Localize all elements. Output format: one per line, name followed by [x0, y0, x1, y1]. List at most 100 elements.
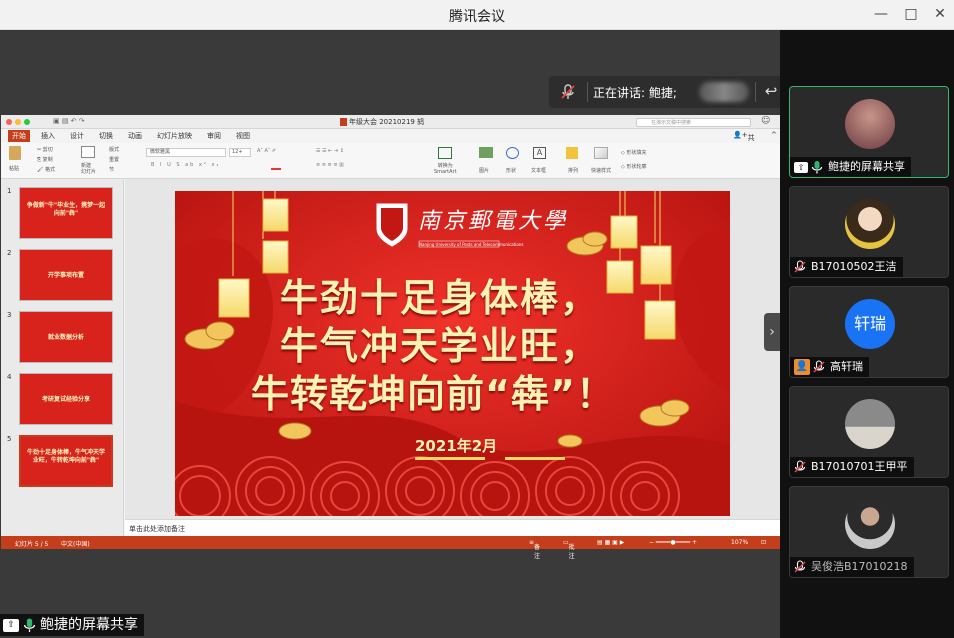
minimize-icon[interactable]: — — [870, 4, 892, 24]
smiley-icon[interactable]: ☺ — [761, 116, 770, 126]
paste-icon[interactable] — [9, 146, 21, 160]
quick-styles-button[interactable]: 快速样式 — [591, 167, 611, 174]
section-button[interactable]: 节 — [109, 166, 114, 173]
thumbnail-number: 1 — [7, 187, 12, 195]
tab-view[interactable]: 视图 — [236, 131, 250, 141]
participant-tile[interactable]: 轩瑞 👤 高轩瑞 — [789, 286, 949, 378]
comments-toggle-label: 批注 — [568, 544, 575, 560]
tab-slideshow[interactable]: 幻灯片放映 — [157, 131, 192, 141]
reset-button[interactable]: 重置 — [109, 156, 119, 163]
notes-toggle[interactable]: ≡ 备注 — [529, 539, 540, 560]
collapse-ribbon-icon[interactable]: ^ — [771, 131, 777, 139]
current-slide[interactable]: 南京郵電大學 Nanjing University of Posts and T… — [175, 191, 730, 516]
participant-tile[interactable]: 吴俊浩B17010218 — [789, 486, 949, 578]
avatar — [845, 99, 895, 149]
picture-icon[interactable] — [479, 147, 493, 158]
picture-button[interactable]: 图片 — [479, 167, 489, 174]
font-color-icon[interactable] — [271, 162, 281, 170]
zoom-slider[interactable]: − ━━━━●━━━━ + — [649, 539, 697, 546]
close-icon[interactable]: ✕ — [929, 4, 951, 24]
list-buttons[interactable]: ☰ ☰ ⇤ ⇥ ↕ — [316, 148, 344, 154]
blurred-speaker-name — [699, 82, 749, 102]
new-slide-button[interactable]: 新建 幻灯片 — [81, 163, 96, 175]
return-arrow-icon[interactable]: ↩ — [761, 82, 781, 102]
divider — [755, 82, 756, 102]
share-button[interactable]: 👤+ 共享 — [733, 131, 755, 152]
comments-toggle[interactable]: ▭ 批注 — [563, 539, 575, 560]
search-input[interactable]: 在演示文稿中搜索 — [636, 118, 751, 127]
mac-zoom-icon[interactable] — [24, 119, 30, 125]
font-style-buttons[interactable]: B I U S ab x² x₂ — [151, 162, 220, 168]
smartart-icon[interactable] — [438, 147, 452, 159]
avatar — [845, 499, 895, 549]
expand-sidebar-chevron-icon[interactable]: › — [764, 313, 780, 351]
language-indicator[interactable]: 中文(中国) — [61, 539, 90, 548]
format-label: 格式 — [44, 167, 55, 173]
font-grow-shrink-icons[interactable]: A˄ A˅ ✐ — [257, 148, 276, 154]
participant-tile[interactable]: B17010701王甲平 — [789, 386, 949, 478]
participant-name: B17010701王甲平 — [811, 460, 908, 473]
view-mode-buttons[interactable]: ▤ ▦ ▣ ▶ — [597, 539, 624, 546]
slide-thumbnail-1[interactable]: 争做新"牛"毕业生，携梦一起向前"犇" — [19, 187, 113, 239]
slide-thumbnail-5[interactable]: 牛劲十足身体棒，牛气冲天学业旺，牛转乾坤向前"犇" — [19, 435, 113, 487]
maximize-icon[interactable]: □ — [900, 4, 922, 24]
tab-transitions[interactable]: 切换 — [99, 131, 113, 141]
ribbon-tabs: 开始 插入 设计 切换 动画 幻灯片放映 审阅 视图 👤+ 共享 ^ — [1, 129, 780, 152]
thumbnail-text: 就业数据分析 — [47, 334, 84, 341]
speaking-indicator: 正在讲话: 鲍捷; ↩ — [549, 76, 785, 108]
textbox-icon[interactable]: A — [533, 147, 546, 159]
screen-share-icon: ⇧ — [794, 161, 808, 173]
textbox-button[interactable]: 文本框 — [531, 167, 546, 174]
cut-button[interactable]: ✂ 剪切 — [37, 146, 53, 153]
quick-access-icons[interactable]: ▣ ▤ ↶ ↷ — [53, 117, 85, 125]
shape-button[interactable]: 形状 — [506, 167, 516, 174]
tab-review[interactable]: 审阅 — [207, 131, 221, 141]
tab-design[interactable]: 设计 — [70, 131, 84, 141]
pptx-file-icon — [340, 118, 347, 126]
convert-smartart-button[interactable]: 转换为 SmartArt — [434, 163, 457, 175]
mac-close-icon[interactable] — [6, 119, 12, 125]
slide-line-3: 牛转乾坤向前“犇”！ — [251, 372, 615, 416]
layout-button[interactable]: 版式 — [109, 146, 119, 153]
slide-thumbnail-3[interactable]: 就业数据分析 — [19, 311, 113, 363]
paste-button[interactable]: 粘贴 — [9, 165, 19, 172]
shape-icon[interactable] — [506, 147, 519, 159]
screen-share-icon: ⇧ — [3, 618, 19, 632]
slide-thumbnail-4[interactable]: 考研复试经验分享 — [19, 373, 113, 425]
shape-outline-button[interactable]: ◇ 形状轮廓 — [621, 163, 646, 170]
font-name-select[interactable]: 微软雅黑 — [146, 148, 226, 157]
tab-home[interactable]: 开始 — [8, 130, 30, 142]
copy-button[interactable]: ⎘ 复制 — [37, 156, 53, 163]
participant-label: 吴俊浩B17010218 — [790, 557, 914, 577]
participant-label: ⇧ 鲍捷的屏幕共享 — [790, 157, 911, 177]
participant-label: B17010701王甲平 — [790, 457, 914, 477]
tab-insert[interactable]: 插入 — [41, 131, 55, 141]
participant-tile[interactable]: B17010502王洁 — [789, 186, 949, 278]
align-buttons[interactable]: ≡ ≡ ≡ ≡ ▥ — [316, 162, 344, 168]
speaking-label: 正在讲话: 鲍捷; — [593, 86, 677, 100]
title-bar: 腾讯会议 — □ ✕ — [0, 0, 954, 30]
format-painter-button[interactable]: 🖌 格式 — [37, 166, 55, 173]
arrange-button[interactable]: 排列 — [568, 167, 578, 174]
mac-minimize-icon[interactable] — [15, 119, 21, 125]
fit-slide-icon[interactable]: ⊡ — [761, 539, 766, 546]
notes-field[interactable]: 单击此处添加备注 — [125, 519, 780, 536]
quick-styles-icon[interactable] — [594, 147, 608, 159]
slide-thumbnail-2[interactable]: 开学事项布置 — [19, 249, 113, 301]
document-title: 年级大会 20210219 鸫 — [349, 118, 425, 126]
ppt-titlebar: ▣ ▤ ↶ ↷ 年级大会 20210219 鸫 在演示文稿中搜索 ☺ — [1, 115, 780, 129]
participant-name: B17010502王洁 — [811, 260, 897, 273]
participant-tile[interactable]: ⇧ 鲍捷的屏幕共享 — [789, 86, 949, 178]
app-title: 腾讯会议 — [449, 9, 505, 25]
tab-animations[interactable]: 动画 — [128, 131, 142, 141]
ppt-status-bar: 幻灯片 5 / 5 中文(中国) ≡ 备注 ▭ 批注 ▤ ▦ ▣ ▶ − ━━━… — [1, 536, 780, 560]
thumbnail-text: 考研复试经验分享 — [41, 396, 90, 403]
arrange-icon[interactable] — [566, 147, 578, 159]
new-slide-icon[interactable] — [81, 146, 95, 158]
shape-fill-button[interactable]: ◇ 形状填充 — [621, 149, 646, 156]
divider — [587, 82, 588, 102]
powerpoint-window: ▣ ▤ ↶ ↷ 年级大会 20210219 鸫 在演示文稿中搜索 ☺ 开始 插入… — [1, 115, 780, 560]
font-size-select[interactable]: 12+ — [229, 148, 251, 157]
zoom-level[interactable]: 107% — [731, 539, 748, 546]
slide-editing-canvas: 南京郵電大學 Nanjing University of Posts and T… — [125, 179, 780, 519]
